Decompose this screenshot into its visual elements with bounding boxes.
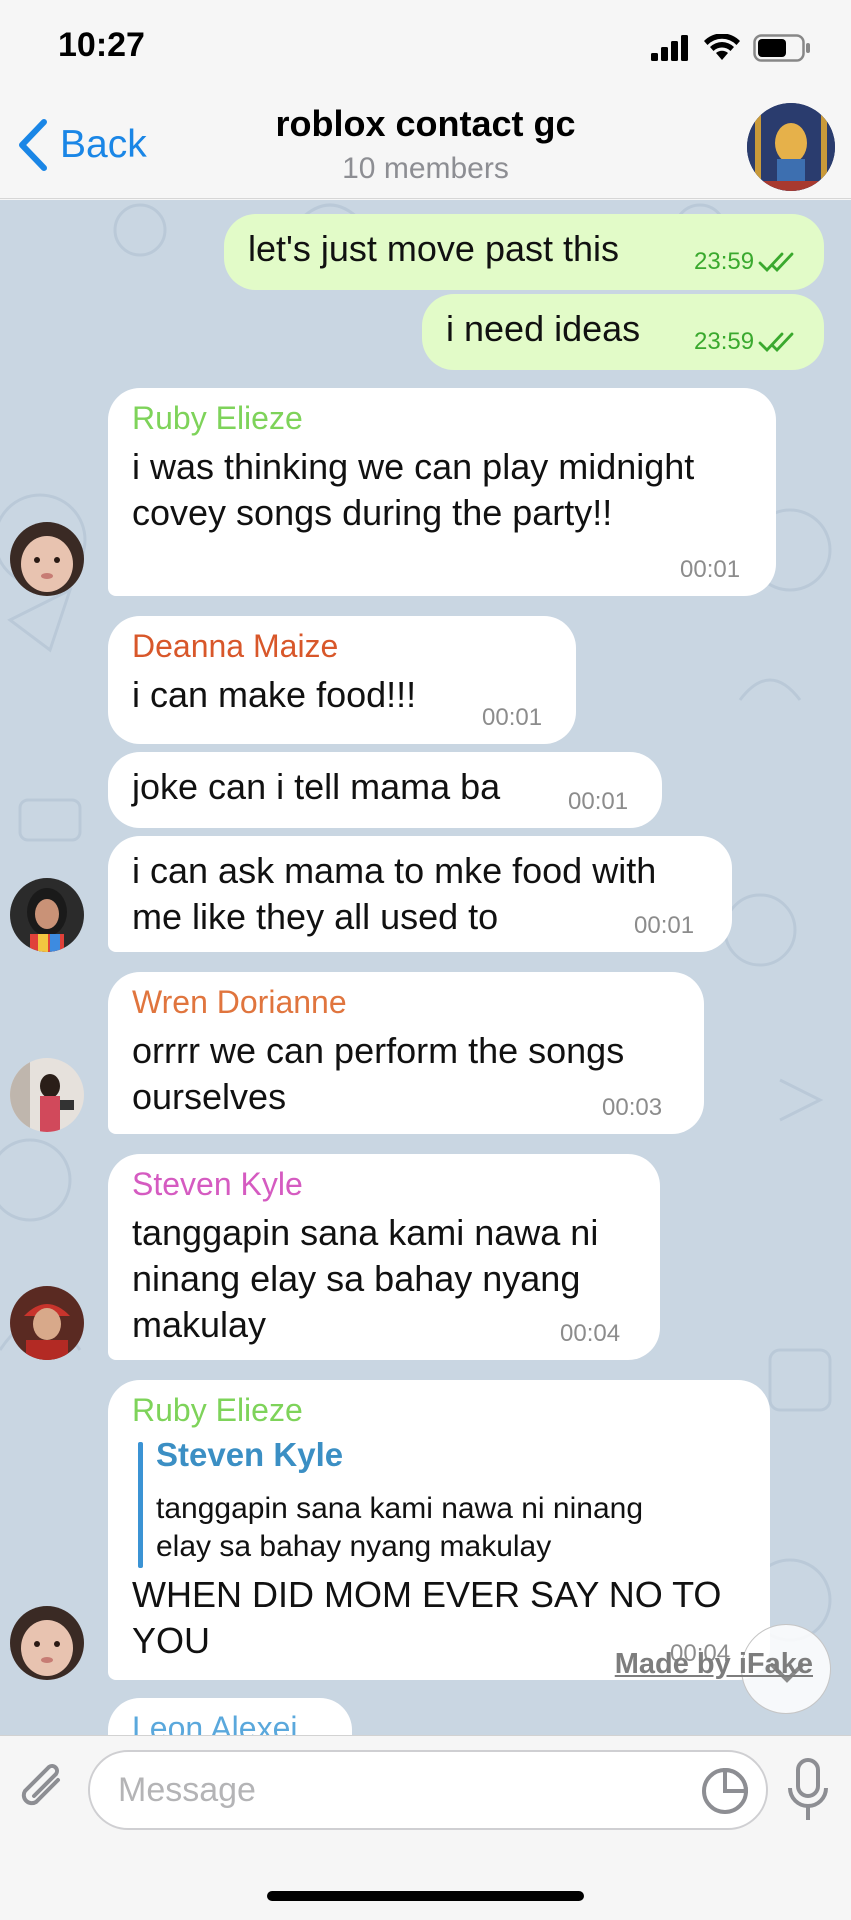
battery-icon	[753, 34, 810, 62]
avatar-ruby[interactable]	[10, 522, 84, 596]
message-bubble-incoming[interactable]: Leon Alexei	[108, 1698, 352, 1735]
message-bubble-incoming[interactable]: Wren Dorianne orrrr we can perform the s…	[108, 972, 704, 1134]
message-bubble-outgoing[interactable]: i need ideas 23:59	[422, 294, 824, 370]
message-bubble-incoming[interactable]: joke can i tell mama ba 00:01	[108, 752, 662, 828]
message-text: i need ideas	[446, 308, 641, 349]
message-bubble-incoming[interactable]: i can ask mama to mke food with me like …	[108, 836, 732, 952]
message-bubble-incoming[interactable]: Ruby Elieze Steven Kyle tanggapin sana k…	[108, 1380, 770, 1680]
message-bubble-incoming[interactable]: Deanna Maize i can make food!!! 00:01	[108, 616, 576, 744]
reply-text: tanggapin sana kami nawa ni ninang elay …	[156, 1492, 644, 1563]
sticker-icon[interactable]	[700, 1766, 750, 1816]
message-time: 00:01	[482, 704, 543, 731]
status-icons	[651, 30, 811, 66]
double-check-icon	[758, 332, 794, 353]
message-text: i can make food!!!	[132, 674, 417, 715]
attach-icon[interactable]	[16, 1760, 72, 1820]
message-bubble-outgoing[interactable]: let's just move past this 23:59	[224, 214, 824, 290]
wifi-icon	[704, 34, 740, 60]
sender-name: Leon Alexei	[132, 1710, 298, 1735]
watermark: Made by iFake	[614, 1648, 813, 1680]
avatar-wren[interactable]	[10, 1058, 84, 1132]
sender-name: Wren Dorianne	[132, 984, 347, 1020]
message-text: i was thinking we can play midnight cove…	[132, 446, 695, 533]
avatar-steven[interactable]	[10, 1286, 84, 1360]
message-time: 00:01	[634, 912, 695, 939]
message-time: 23:59	[694, 248, 796, 276]
sender-name: Steven Kyle	[132, 1166, 303, 1202]
signal-icon	[651, 35, 688, 61]
chat-header: Back roblox contact gc 10 members	[0, 95, 851, 199]
status-time: 10:27	[58, 26, 145, 64]
message-input[interactable]: Message	[88, 1750, 768, 1830]
message-time: 00:01	[568, 788, 629, 815]
chat-area[interactable]: let's just move past this 23:59 i need i…	[0, 200, 851, 1735]
home-indicator	[267, 1891, 584, 1901]
member-count: 10 members	[342, 152, 509, 185]
message-time: 00:01	[680, 556, 741, 583]
microphone-icon[interactable]	[786, 1758, 830, 1822]
double-check-icon	[758, 252, 794, 273]
message-bubble-incoming[interactable]: Steven Kyle tanggapin sana kami nawa ni …	[108, 1154, 660, 1360]
sender-name: Ruby Elieze	[132, 400, 303, 436]
sender-name: Deanna Maize	[132, 628, 339, 664]
sender-name: Ruby Elieze	[132, 1392, 303, 1428]
message-text: joke can i tell mama ba	[132, 766, 501, 807]
message-bubble-incoming[interactable]: Ruby Elieze i was thinking we can play m…	[108, 388, 776, 596]
message-text: let's just move past this	[248, 228, 620, 269]
message-text: tanggapin sana kami nawa ni ninang elay …	[132, 1212, 599, 1345]
status-bar: 10:27	[0, 0, 851, 95]
message-time: 00:04	[560, 1320, 621, 1347]
reply-sender: Steven Kyle	[156, 1436, 344, 1473]
message-time: 00:03	[602, 1094, 663, 1121]
group-avatar[interactable]	[747, 103, 835, 191]
reply-bar	[138, 1442, 143, 1568]
message-text: i can ask mama to mke food with me like …	[132, 850, 657, 937]
message-text: orrrr we can perform the songs ourselves	[132, 1030, 625, 1117]
chat-title[interactable]: roblox contact gc	[0, 103, 851, 145]
avatar-deanna[interactable]	[10, 878, 84, 952]
message-time: 23:59	[694, 328, 796, 356]
avatar-ruby[interactable]	[10, 1606, 84, 1680]
